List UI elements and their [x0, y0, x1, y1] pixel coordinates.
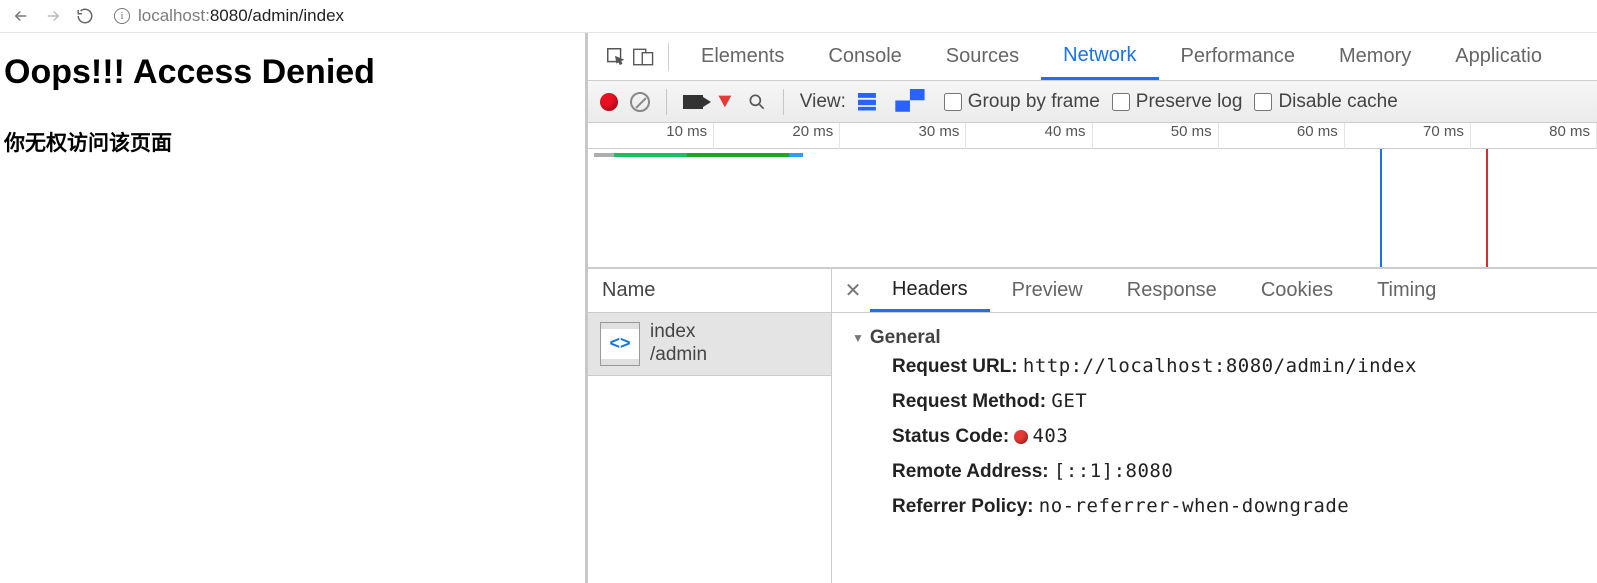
timeline-segment: [614, 153, 686, 157]
site-info-icon[interactable]: [114, 8, 130, 24]
request-details: ✕ Headers Preview Response Cookies Timin…: [832, 269, 1597, 583]
request-url-value: http://localhost:8080/admin/index: [1023, 355, 1417, 377]
search-icon[interactable]: [747, 92, 767, 112]
view-label: View:: [800, 91, 846, 113]
browser-toolbar: localhost:8080/admin/index: [0, 0, 1597, 33]
page-subheading: 你无权访问该页面: [4, 127, 581, 157]
forward-button[interactable]: [42, 5, 64, 27]
preserve-log[interactable]: Preserve log: [1112, 91, 1243, 113]
record-button[interactable]: [600, 93, 618, 111]
tab-headers[interactable]: Headers: [870, 269, 990, 312]
timeline-segment: [789, 153, 803, 157]
tab-application[interactable]: Applicatio: [1433, 33, 1564, 80]
request-row[interactable]: <> index /admin: [588, 313, 831, 376]
screenshot-icon[interactable]: [683, 95, 703, 109]
inspect-icon[interactable]: [602, 43, 630, 71]
tab-memory[interactable]: Memory: [1317, 33, 1433, 80]
detail-tabs: ✕ Headers Preview Response Cookies Timin…: [832, 269, 1597, 313]
request-list: Name <> index /admin: [588, 269, 832, 583]
page-content: Oops!!! Access Denied 你无权访问该页面: [0, 33, 588, 583]
tab-performance[interactable]: Performance: [1159, 33, 1318, 80]
tab-timing[interactable]: Timing: [1355, 269, 1458, 312]
timeline-marker: [1486, 149, 1488, 267]
referrer-policy-value: no-referrer-when-downgrade: [1039, 495, 1349, 517]
document-icon: <>: [600, 322, 640, 366]
status-code-value: 403: [1032, 425, 1068, 447]
timeline-segment: [687, 153, 790, 157]
timeline[interactable]: 10 ms20 ms30 ms40 ms50 ms60 ms70 ms80 ms: [588, 123, 1597, 269]
page-heading: Oops!!! Access Denied: [4, 53, 581, 92]
request-path: /admin: [650, 344, 707, 367]
devtools-panel: Elements Console Sources Network Perform…: [588, 33, 1597, 583]
request-name: index: [650, 321, 707, 344]
close-icon[interactable]: ✕: [836, 278, 870, 303]
address-bar[interactable]: localhost:8080/admin/index: [106, 6, 1587, 26]
network-toolbar: ▼ View: ▝▚▖ Group by frame Preserve log …: [588, 81, 1597, 123]
tab-console[interactable]: Console: [806, 33, 923, 80]
request-method-value: GET: [1051, 390, 1087, 412]
tab-response[interactable]: Response: [1105, 269, 1239, 312]
group-by-frame[interactable]: Group by frame: [944, 91, 1100, 113]
tab-preview[interactable]: Preview: [990, 269, 1105, 312]
remote-address-value: [::1]:8080: [1054, 460, 1173, 482]
clear-button[interactable]: [630, 92, 650, 112]
devtools-tabs: Elements Console Sources Network Perform…: [588, 33, 1597, 81]
back-button[interactable]: [10, 5, 32, 27]
status-dot-icon: [1014, 430, 1028, 444]
tab-elements[interactable]: Elements: [679, 33, 806, 80]
timeline-segment: [594, 153, 614, 157]
tab-network[interactable]: Network: [1041, 33, 1158, 80]
reload-button[interactable]: [74, 5, 96, 27]
url-text: localhost:8080/admin/index: [138, 6, 344, 26]
timeline-tick: 80 ms: [588, 123, 1597, 149]
disable-cache[interactable]: Disable cache: [1254, 91, 1397, 113]
general-section[interactable]: ▼General: [852, 327, 1577, 349]
view-waterfall-icon[interactable]: ▝▚▖: [888, 90, 932, 113]
tab-sources[interactable]: Sources: [924, 33, 1041, 80]
tab-cookies[interactable]: Cookies: [1239, 269, 1355, 312]
device-icon[interactable]: [630, 43, 658, 71]
name-header[interactable]: Name: [588, 269, 831, 313]
filter-icon[interactable]: ▼: [714, 90, 736, 113]
separator: [668, 43, 669, 71]
chevron-down-icon: ▼: [852, 331, 864, 345]
view-large-icon[interactable]: [858, 93, 876, 111]
timeline-marker: [1380, 149, 1382, 267]
